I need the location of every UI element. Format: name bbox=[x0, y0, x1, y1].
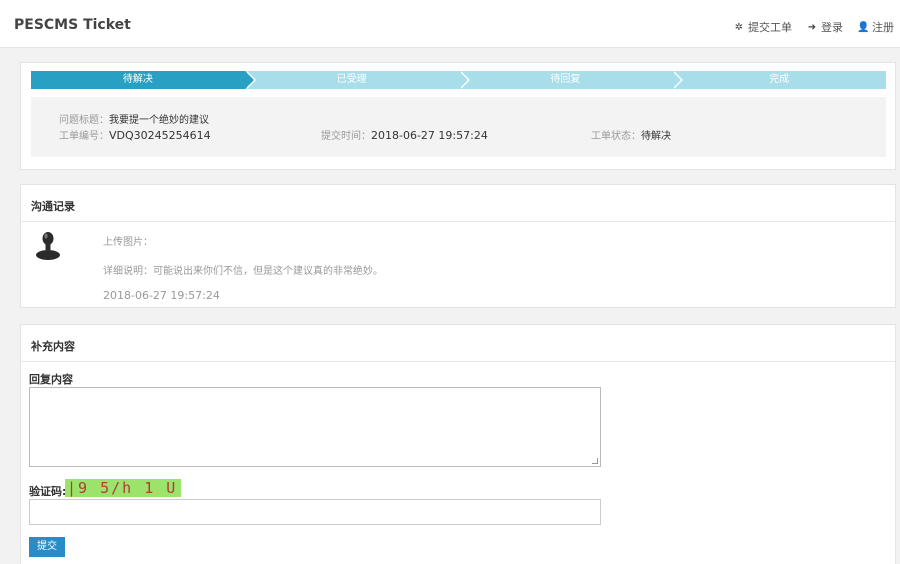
progress-steps: 待解决 已受理 待回复 完成 bbox=[31, 71, 886, 89]
ticket-status: 待解决 bbox=[641, 131, 671, 142]
communication-heading: 沟通记录 bbox=[21, 185, 895, 222]
step-awaiting-reply: 待回复 bbox=[458, 71, 684, 89]
resize-handle-icon[interactable] bbox=[592, 458, 598, 464]
ticket-info: 问题标题：我要提一个绝妙的建议 工单编号：VDQ30245254614 提交时间… bbox=[31, 97, 886, 157]
ticket-title-row: 问题标题：我要提一个绝妙的建议 bbox=[59, 111, 209, 126]
ticket-number-label: 工单编号： bbox=[59, 131, 109, 142]
reply-label: 回复内容 bbox=[29, 373, 73, 386]
login-icon: ➜ bbox=[807, 21, 817, 33]
submit-ticket-link[interactable]: ✲ 提交工单 bbox=[733, 19, 792, 35]
ticket-number: VDQ30245254614 bbox=[109, 129, 211, 142]
ticket-panel: 待解决 已受理 待回复 完成 问题标题：我要提一个绝妙的建议 工单编号：VDQ3… bbox=[20, 62, 896, 170]
ticket-status-row: 工单状态：待解决 bbox=[591, 127, 671, 142]
step-label: 待解决 bbox=[122, 74, 153, 85]
submit-time: 2018-06-27 19:57:24 bbox=[371, 129, 488, 142]
step-label: 已受理 bbox=[336, 74, 367, 85]
submit-ticket-label: 提交工单 bbox=[748, 21, 792, 34]
step-pending: 待解决 bbox=[31, 71, 256, 89]
login-link[interactable]: ➜ 登录 bbox=[806, 19, 843, 35]
step-label: 待回复 bbox=[550, 74, 581, 85]
captcha-label: 验证码: bbox=[29, 485, 67, 498]
register-label: 注册 bbox=[872, 21, 894, 34]
ticket-status-label: 工单状态： bbox=[591, 131, 641, 142]
message-time: 2018-06-27 19:57:24 bbox=[103, 289, 220, 302]
submit-button[interactable]: 提交 bbox=[29, 537, 65, 557]
upload-image-label: 上传图片： bbox=[103, 237, 153, 248]
ticket-number-row: 工单编号：VDQ30245254614 bbox=[59, 127, 211, 142]
supplement-panel: 补充内容 回复内容 验证码: |9 5/h 1 U 3 提交 bbox=[20, 324, 896, 564]
top-nav: ✲ 提交工单 ➜ 登录 👤 注册 bbox=[733, 19, 894, 35]
captcha-image[interactable]: |9 5/h 1 U 3 bbox=[65, 479, 181, 497]
detail-text: 详细说明：可能说出来你们不信，但是这个建议真的非常绝妙。 bbox=[103, 266, 383, 277]
register-link[interactable]: 👤 注册 bbox=[857, 19, 894, 35]
ticket-title-label: 问题标题： bbox=[59, 115, 109, 126]
communication-panel: 沟通记录 上传图片： 详细说明：可能说出来你们不信，但是这个建议真的非常绝妙。 … bbox=[20, 184, 896, 308]
supplement-heading: 补充内容 bbox=[21, 325, 895, 362]
submit-time-label: 提交时间： bbox=[321, 131, 371, 142]
reply-textarea[interactable] bbox=[29, 387, 601, 467]
user-avatar-icon bbox=[36, 232, 60, 260]
app-title[interactable]: PESCMS Ticket bbox=[14, 17, 131, 33]
login-label: 登录 bbox=[821, 21, 843, 34]
step-label: 完成 bbox=[769, 74, 790, 85]
ticket-title: 我要提一个绝妙的建议 bbox=[109, 115, 209, 126]
top-bar: PESCMS Ticket ✲ 提交工单 ➜ 登录 👤 注册 bbox=[0, 0, 900, 48]
step-complete: 完成 bbox=[672, 71, 886, 89]
submit-ticket-icon: ✲ bbox=[734, 21, 744, 33]
step-accepted: 已受理 bbox=[244, 71, 470, 89]
register-icon: 👤 bbox=[857, 21, 870, 33]
captcha-input[interactable] bbox=[29, 499, 601, 525]
submit-time-row: 提交时间：2018-06-27 19:57:24 bbox=[321, 127, 488, 142]
